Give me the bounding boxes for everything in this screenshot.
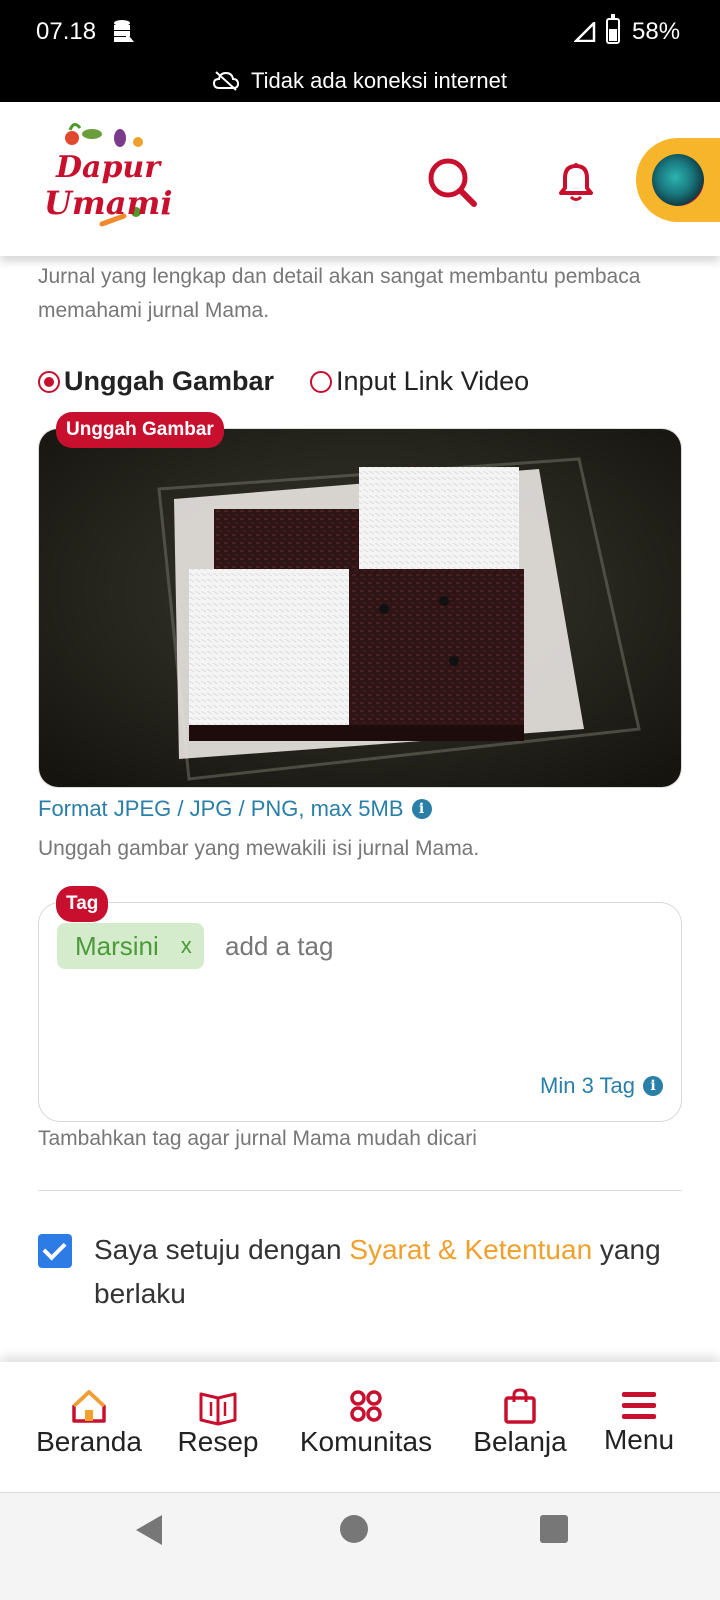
tag-remove-button[interactable]: x <box>181 933 192 959</box>
tag-helper-text: Tambahkan tag agar jurnal Mama mudah dic… <box>38 1127 477 1150</box>
status-time: 07.18 <box>36 18 97 45</box>
terms-prefix: Saya setuju dengan <box>94 1234 350 1265</box>
search-icon[interactable] <box>426 156 478 208</box>
format-note-text: Format JPEG / JPG / PNG, max 5MB <box>38 796 404 821</box>
radio-video-link-label: Input Link Video <box>336 366 530 396</box>
radio-video-link[interactable]: Input Link Video <box>310 366 529 397</box>
signal-icon <box>574 22 596 42</box>
battery-percent: 58% <box>632 18 681 45</box>
tag-field[interactable]: Marsini x Min 3 Tag i <box>38 902 682 1122</box>
radio-upload-image[interactable]: Unggah Gambar <box>38 366 274 397</box>
shopping-bag-icon <box>504 1388 536 1424</box>
radio-upload-image-label: Unggah Gambar <box>64 366 275 396</box>
avatar <box>652 154 704 206</box>
profile-avatar-button[interactable] <box>636 138 720 222</box>
community-icon <box>350 1390 382 1422</box>
info-icon[interactable]: i <box>411 799 432 819</box>
data-saver-icon <box>114 20 134 42</box>
nav-label-resep: Resep <box>177 1426 259 1457</box>
upload-helper-text: Unggah gambar yang mewakili isi jurnal M… <box>38 837 480 860</box>
terms-text: Saya setuju dengan Syarat & Ketentuan ya… <box>94 1228 678 1316</box>
min-tag-note: Min 3 Tag i <box>540 1073 663 1099</box>
terms-agreement: Saya setuju dengan Syarat & Ketentuan ya… <box>38 1228 678 1316</box>
nav-item-belanja[interactable]: Belanja <box>462 1362 578 1492</box>
dapur-umami-logo[interactable]: Dapur Umami <box>40 120 173 238</box>
nav-label-beranda: Beranda <box>36 1426 142 1457</box>
system-navigation-bar <box>0 1492 720 1600</box>
nav-item-beranda[interactable]: Beranda <box>24 1362 154 1492</box>
nav-item-menu[interactable]: Menu <box>592 1362 686 1492</box>
nav-label-belanja: Belanja <box>473 1426 567 1457</box>
divider <box>38 1190 682 1191</box>
tag-chip: Marsini x <box>57 923 204 969</box>
radio-selected-icon[interactable] <box>38 370 60 393</box>
tag-badge: Tag <box>56 886 109 922</box>
status-bar: 07.18 58% <box>0 0 720 64</box>
cloud-off-icon <box>213 71 239 91</box>
nav-item-resep[interactable]: Resep <box>168 1362 268 1492</box>
logo-text-dapur: Dapur <box>56 150 161 185</box>
battery-icon <box>606 14 620 44</box>
home-circle-icon[interactable] <box>340 1515 368 1543</box>
network-message: Tidak ada koneksi internet <box>251 68 507 93</box>
format-note: Format JPEG / JPG / PNG, max 5MB i <box>38 796 432 822</box>
home-icon <box>72 1390 106 1423</box>
app-header: Dapur Umami <box>0 102 720 256</box>
journal-helper-text: Jurnal yang lengkap dan detail akan sang… <box>38 265 641 322</box>
nav-label-komunitas: Komunitas <box>299 1426 433 1457</box>
bottom-navigation: Beranda Resep Komunitas Belanja Menu <box>0 1362 720 1492</box>
cake-photo <box>39 429 681 787</box>
logo-text-umami: Umami <box>44 184 173 222</box>
media-type-selector: Unggah Gambar Input Link Video <box>38 366 565 397</box>
bell-icon[interactable] <box>558 162 594 202</box>
recipe-book-icon <box>199 1392 237 1426</box>
terms-link[interactable]: Syarat & Ketentuan <box>349 1234 592 1265</box>
min-tag-text: Min 3 Tag <box>540 1073 635 1098</box>
back-icon[interactable] <box>136 1515 162 1545</box>
network-banner: Tidak ada koneksi internet <box>0 64 720 102</box>
upload-image-badge: Unggah Gambar <box>56 412 224 448</box>
terms-checkbox[interactable] <box>38 1234 72 1268</box>
tag-chip-label: Marsini <box>75 930 159 961</box>
uploaded-image-preview[interactable] <box>38 428 682 788</box>
recents-icon[interactable] <box>540 1515 568 1543</box>
nav-label-menu: Menu <box>603 1424 675 1455</box>
radio-unselected-icon[interactable] <box>310 370 333 393</box>
nav-item-komunitas[interactable]: Komunitas <box>290 1362 442 1492</box>
hamburger-menu-icon <box>622 1392 656 1419</box>
tag-input[interactable] <box>225 925 525 967</box>
info-icon[interactable]: i <box>643 1076 663 1096</box>
